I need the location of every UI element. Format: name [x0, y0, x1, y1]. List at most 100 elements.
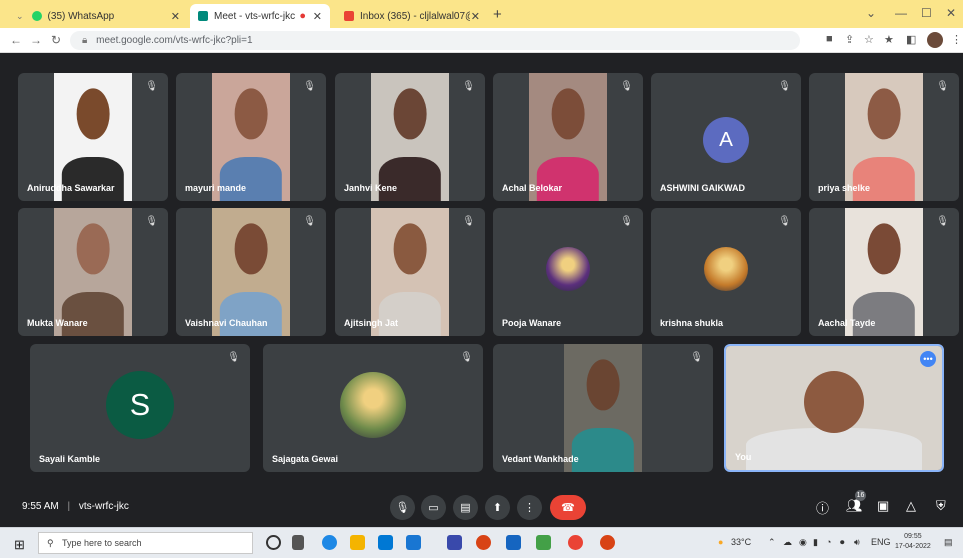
close-tab-icon[interactable]: ✕ [471, 10, 480, 23]
whatsapp-favicon-icon [31, 11, 42, 21]
extensions-icon[interactable]: ★ [884, 33, 894, 46]
participant-tile[interactable]: 🎙︎ krishna shukla [651, 208, 801, 336]
microphone-icon: 🎙︎ [395, 502, 410, 514]
tab-whatsapp[interactable]: ⌄ (35) WhatsApp ✕ [8, 4, 188, 28]
tab-gmail[interactable]: Inbox (365) - cljlalwal07@gmail ✕ [336, 4, 488, 28]
participant-tile[interactable]: 🎙︎ Sajagata Gewai [263, 344, 483, 472]
reload-icon[interactable]: ↻ [51, 33, 61, 47]
participant-initial-avatar: S [106, 371, 174, 440]
minimize-icon[interactable]: — [895, 6, 907, 20]
tab-search-icon[interactable]: ⌄ [866, 6, 876, 20]
app-icon[interactable] [476, 535, 491, 550]
participant-tile[interactable]: 🎙︎ Vedant Wankhade [493, 344, 713, 472]
camera-button[interactable]: ▭ [421, 495, 446, 520]
participant-face [804, 370, 864, 433]
muted-mic-icon: 🎙︎ [303, 216, 316, 227]
close-tab-icon[interactable]: ✕ [313, 10, 322, 23]
participant-face [867, 88, 901, 140]
play-store-icon[interactable] [536, 535, 551, 550]
participant-name: Achal Belokar [502, 183, 563, 193]
participant-name: Sayali Kamble [39, 454, 101, 464]
participant-tile[interactable]: 🎙︎ Achal Belokar [493, 73, 643, 201]
participant-tile[interactable]: 🎙︎ Mukta Wanare [18, 208, 168, 336]
tile-more-options-icon[interactable]: ••• [920, 351, 936, 367]
share-icon[interactable]: ⇪ [845, 33, 854, 46]
store-icon[interactable] [378, 535, 393, 550]
maximize-icon[interactable]: ☐ [921, 6, 932, 20]
tray-chevron-icon[interactable]: ⌃ [768, 537, 776, 548]
participant-tile[interactable]: 🎙︎ Vaishnavi Chauhan [176, 208, 326, 336]
url-field[interactable]: 🔒︎ meet.google.com/vts-wrfc-jkc?pli=1 [70, 31, 800, 50]
participant-name: Pooja Wanare [502, 318, 562, 328]
more-options-button[interactable]: ⋮ [517, 495, 542, 520]
participant-tile[interactable]: A 🎙︎ ASHWINI GAIKWAD [651, 73, 801, 201]
weather-temp[interactable]: 33°C [731, 537, 751, 547]
windows-taskbar: ⊞ ⚲ Type here to search ● 33°C ⌃ ☁︎ ◉ ▮ … [0, 527, 963, 558]
participant-tile[interactable]: 🎙︎ mayuri mande [176, 73, 326, 201]
taskbar-clock[interactable]: 09:55 17-04-2022 [895, 532, 931, 552]
participant-body [746, 427, 922, 470]
task-view-icon[interactable] [292, 535, 304, 550]
chrome-icon[interactable] [568, 535, 583, 550]
participant-body [61, 157, 125, 201]
captions-button[interactable]: ▤ [453, 495, 478, 520]
notifications-icon[interactable]: ▤ [944, 537, 953, 548]
powerpoint-icon[interactable] [600, 535, 615, 550]
tab-search-icon[interactable]: ⌄ [16, 11, 24, 22]
back-icon[interactable]: ← [10, 33, 22, 47]
battery-icon[interactable]: ▮ [813, 537, 818, 548]
participant-video [54, 73, 132, 201]
tab-meet[interactable]: Meet - vts-wrfc-jkc ● ✕ [190, 4, 330, 28]
participant-tile[interactable]: 🎙︎ priya shelke [809, 73, 959, 201]
plus-icon[interactable]: + [493, 6, 502, 23]
forward-icon[interactable]: → [30, 33, 42, 47]
network-icon[interactable]: ◉ [799, 537, 807, 548]
close-tab-icon[interactable]: ✕ [171, 10, 180, 23]
participant-tile[interactable]: 🎙︎ Ajitsingh Jat [335, 208, 485, 336]
language-indicator[interactable]: ENG [871, 537, 891, 547]
participant-face [76, 223, 110, 275]
menu-kebab-icon[interactable]: ⋮ [951, 33, 962, 46]
app-icon[interactable] [506, 535, 521, 550]
participant-tile[interactable]: 🎙︎ Aniruddha Sawarkar [18, 73, 168, 201]
side-panel-icon[interactable]: ◧ [906, 33, 916, 46]
edge-icon[interactable] [322, 535, 337, 550]
cloud-icon[interactable]: ☁︎ [783, 537, 792, 548]
volume-icon[interactable]: 🔊︎ [854, 537, 860, 548]
more-vert-icon: ⋮ [524, 502, 535, 514]
participant-tile[interactable]: 🎙︎ Janhvi Kene [335, 73, 485, 201]
meeting-info: 9:55 AM | vts-wrfc-jkc [22, 501, 129, 512]
file-explorer-icon[interactable] [350, 535, 365, 550]
participant-name: priya shelke [818, 183, 871, 193]
windows-start-icon[interactable]: ⊞ [14, 537, 25, 553]
mic-tray-icon[interactable]: ⏺︎ [840, 537, 845, 548]
activities-icon[interactable]: △ [906, 498, 916, 514]
weather-icon[interactable]: ● [718, 537, 723, 547]
chat-icon[interactable]: ▣ [877, 498, 889, 514]
tab-title: Inbox (365) - cljlalwal07@gmail [360, 10, 470, 22]
info-icon[interactable]: ⓘ [816, 498, 829, 517]
participant-video [726, 346, 942, 470]
bookmark-star-icon[interactable]: ☆ [864, 33, 874, 46]
participant-tile[interactable]: S 🎙︎ Sayali Kamble [30, 344, 250, 472]
present-button[interactable]: ⬆ [485, 495, 510, 520]
participant-profile-picture [704, 247, 748, 292]
leave-call-button[interactable]: ☎︎ [550, 495, 586, 520]
participant-tile[interactable]: ••• You [724, 344, 944, 472]
sigma-app-icon[interactable] [447, 535, 462, 550]
mail-icon[interactable] [406, 535, 421, 550]
participant-tile[interactable]: 🎙︎ Pooja Wanare [493, 208, 643, 336]
participant-name: Janhvi Kene [344, 183, 398, 193]
hang-up-icon: ☎︎ [561, 502, 575, 514]
profile-avatar[interactable] [927, 32, 943, 48]
video-camera-icon: ▭ [428, 502, 439, 514]
cortana-icon[interactable] [266, 535, 281, 550]
host-controls-icon[interactable]: ⛨ [936, 498, 946, 514]
participant-name: You [735, 452, 752, 462]
taskbar-search-box[interactable]: ⚲ Type here to search [38, 532, 253, 554]
wifi-icon[interactable]: ◔ [826, 537, 831, 547]
camera-icon[interactable]: ■ [826, 33, 833, 45]
close-window-icon[interactable]: ✕ [946, 6, 956, 20]
participant-tile[interactable]: 🎙︎ Aachal Tayde [809, 208, 959, 336]
mic-button[interactable]: 🎙︎ [390, 495, 415, 520]
